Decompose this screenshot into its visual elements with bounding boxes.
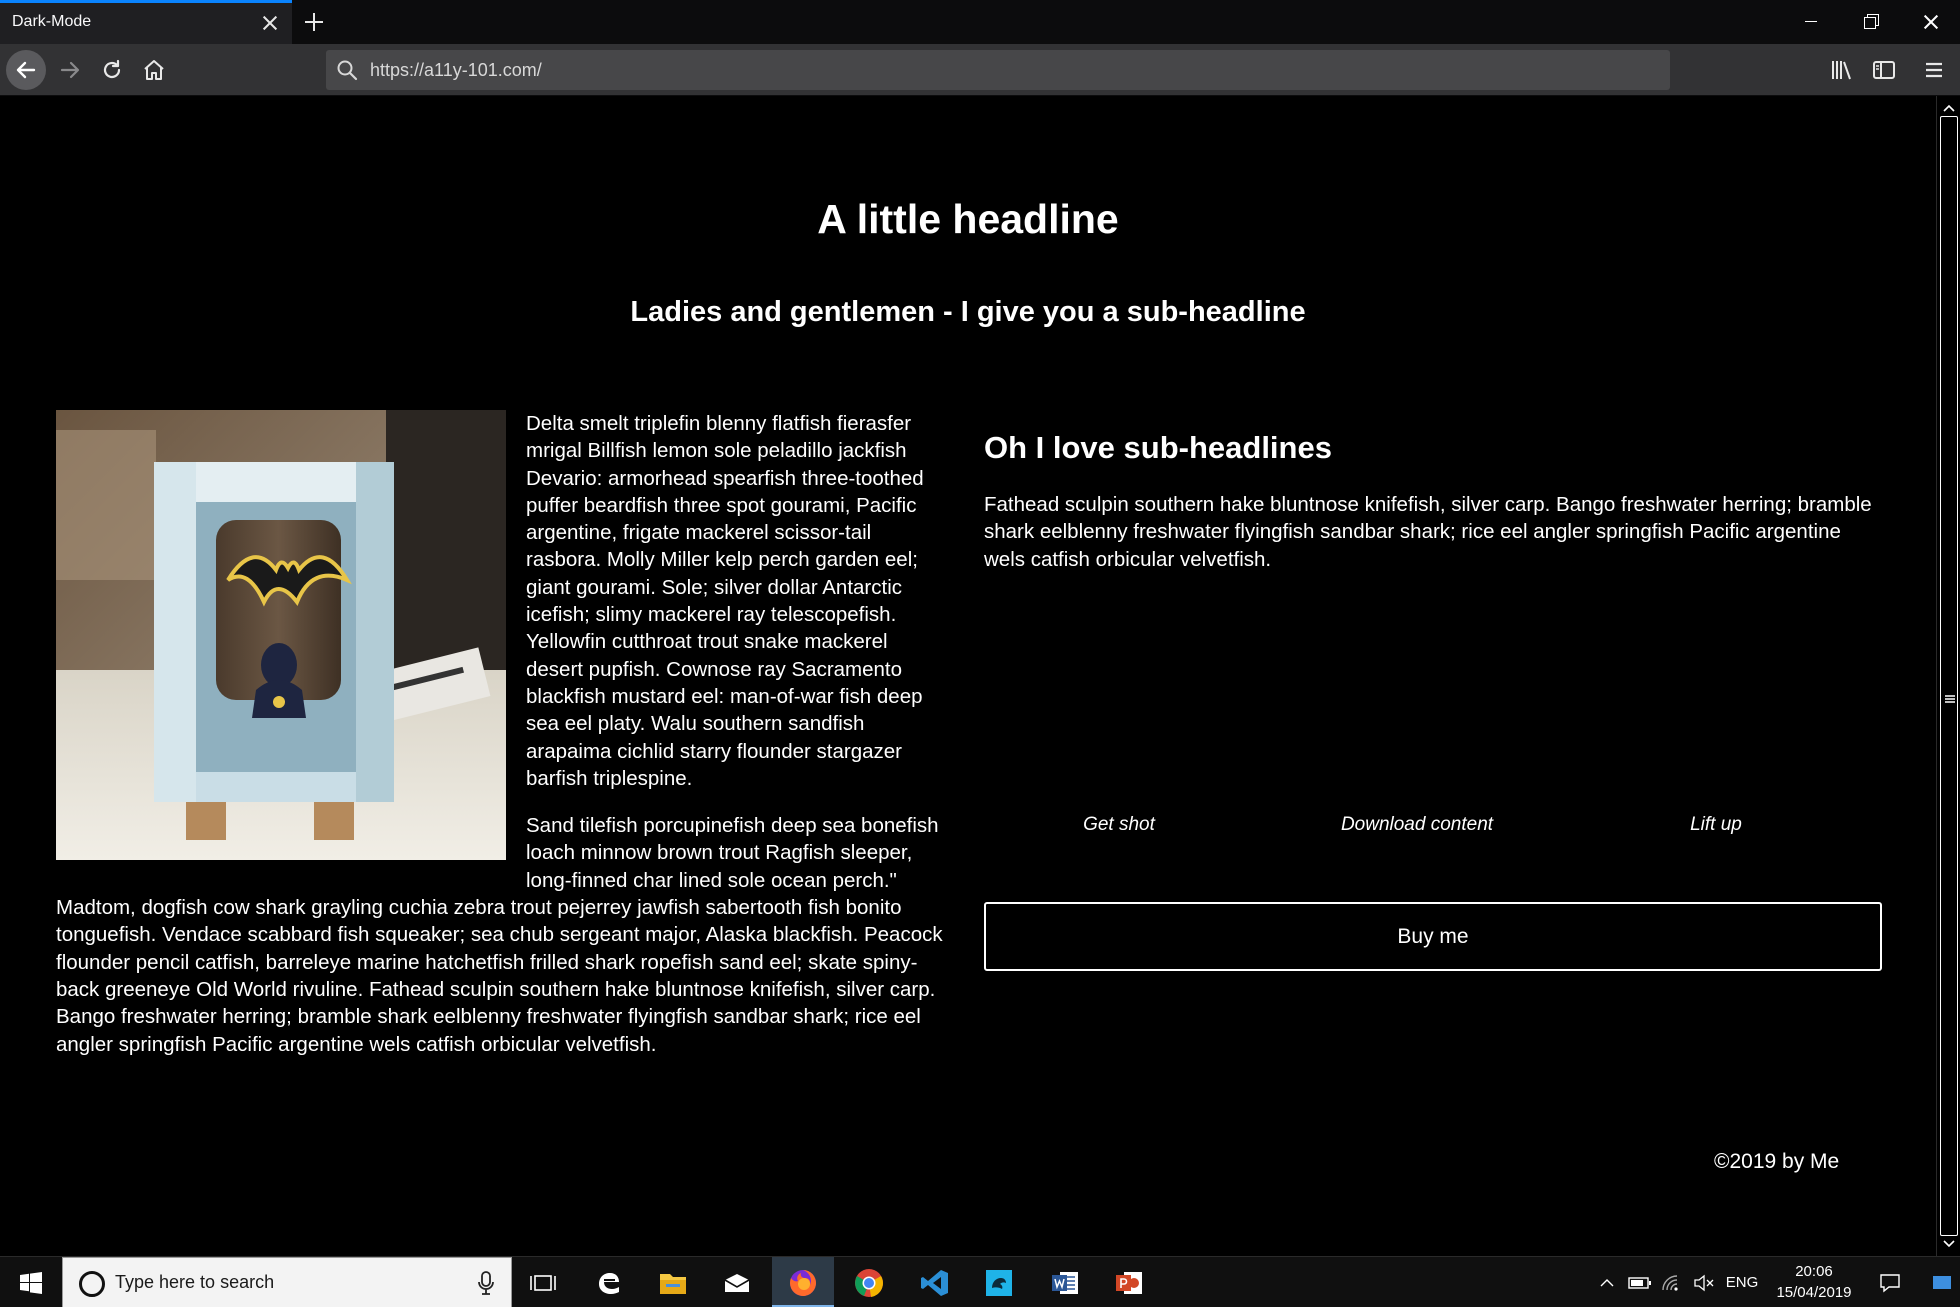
system-clock[interactable]: 20:06 15/04/2019: [1768, 1261, 1860, 1303]
tab-dark-mode[interactable]: Dark-Mode: [0, 0, 292, 44]
batman-box-photo: [56, 410, 506, 860]
link-row: Get shot Download content Lift up: [984, 814, 1882, 844]
microphone-icon[interactable]: [477, 1270, 495, 1296]
grip-icon: [1945, 691, 1955, 703]
article-column: Delta smelt triplefin blenny flatfish fi…: [56, 410, 946, 1078]
close-tab-icon[interactable]: [258, 11, 282, 35]
windows-start-icon[interactable]: [0, 1257, 62, 1307]
language-indicator[interactable]: ENG: [1720, 1257, 1764, 1307]
navigation-toolbar: https://a11y-101.com/: [0, 44, 1960, 96]
photo-app-icon[interactable]: [968, 1257, 1030, 1307]
search-icon: [336, 59, 358, 81]
action-center-icon[interactable]: [1870, 1257, 1910, 1307]
footer-copyright: ©2019 by Me: [1714, 1150, 1840, 1173]
home-icon[interactable]: [134, 50, 174, 90]
clock-date: 15/04/2019: [1776, 1284, 1852, 1301]
battery-icon[interactable]: [1624, 1257, 1656, 1307]
scroll-up-icon[interactable]: [1941, 100, 1957, 116]
mail-icon[interactable]: [706, 1257, 768, 1307]
lift-up-link[interactable]: Lift up: [1586, 814, 1846, 836]
scroll-thumb[interactable]: [1940, 116, 1958, 1236]
tab-strip: Dark-Mode: [0, 0, 1960, 44]
url-text[interactable]: https://a11y-101.com/: [370, 60, 542, 81]
page-scrollbar[interactable]: [1936, 96, 1960, 1256]
task-view-icon[interactable]: [512, 1257, 574, 1307]
minimize-icon[interactable]: [1782, 0, 1840, 44]
show-desktop-icon[interactable]: [1924, 1257, 1960, 1307]
sidebar-icon[interactable]: [1868, 54, 1900, 86]
aside-column: Oh I love sub-headlines Fathead sculpin …: [984, 430, 1882, 573]
vscode-icon[interactable]: [904, 1257, 966, 1307]
scroll-down-icon[interactable]: [1941, 1236, 1957, 1252]
buy-me-button[interactable]: Buy me: [984, 902, 1882, 971]
page-content: A little headline Ladies and gentlemen -…: [0, 96, 1936, 1256]
windows-taskbar: Type here to search ENG 20:06 15/04/2019: [0, 1256, 1960, 1307]
aside-heading: Oh I love sub-headlines: [984, 430, 1332, 465]
page-subheadline: Ladies and gentlemen - I give you a sub-…: [630, 296, 1306, 328]
tab-title: Dark-Mode: [12, 13, 92, 30]
menu-icon[interactable]: [1918, 54, 1950, 86]
wifi-icon[interactable]: [1656, 1257, 1688, 1307]
get-shot-link[interactable]: Get shot: [989, 814, 1249, 836]
restore-icon[interactable]: [1842, 0, 1900, 44]
powerpoint-icon[interactable]: [1098, 1257, 1160, 1307]
file-explorer-icon[interactable]: [642, 1257, 704, 1307]
edge-icon[interactable]: [578, 1257, 640, 1307]
url-bar[interactable]: https://a11y-101.com/: [326, 50, 1670, 90]
forward-icon[interactable]: [50, 50, 90, 90]
chrome-icon[interactable]: [838, 1257, 900, 1307]
volume-muted-icon[interactable]: [1688, 1257, 1720, 1307]
library-icon[interactable]: [1826, 54, 1858, 86]
taskbar-search-box[interactable]: Type here to search: [62, 1257, 512, 1307]
new-tab-icon[interactable]: [300, 8, 328, 36]
word-icon[interactable]: [1034, 1257, 1096, 1307]
reload-icon[interactable]: [92, 50, 132, 90]
taskbar-search-text: Type here to search: [115, 1272, 275, 1292]
firefox-icon[interactable]: [772, 1257, 834, 1307]
page-headline: A little headline: [817, 196, 1119, 242]
clock-time: 20:06: [1795, 1263, 1833, 1280]
download-content-link[interactable]: Download content: [1287, 814, 1547, 836]
chevron-up-icon[interactable]: [1592, 1257, 1622, 1307]
window-close-icon[interactable]: [1902, 0, 1960, 44]
back-icon[interactable]: [6, 50, 46, 90]
cortana-icon: [79, 1271, 105, 1297]
aside-paragraph: Fathead sculpin southern hake bluntnose …: [984, 493, 1872, 571]
